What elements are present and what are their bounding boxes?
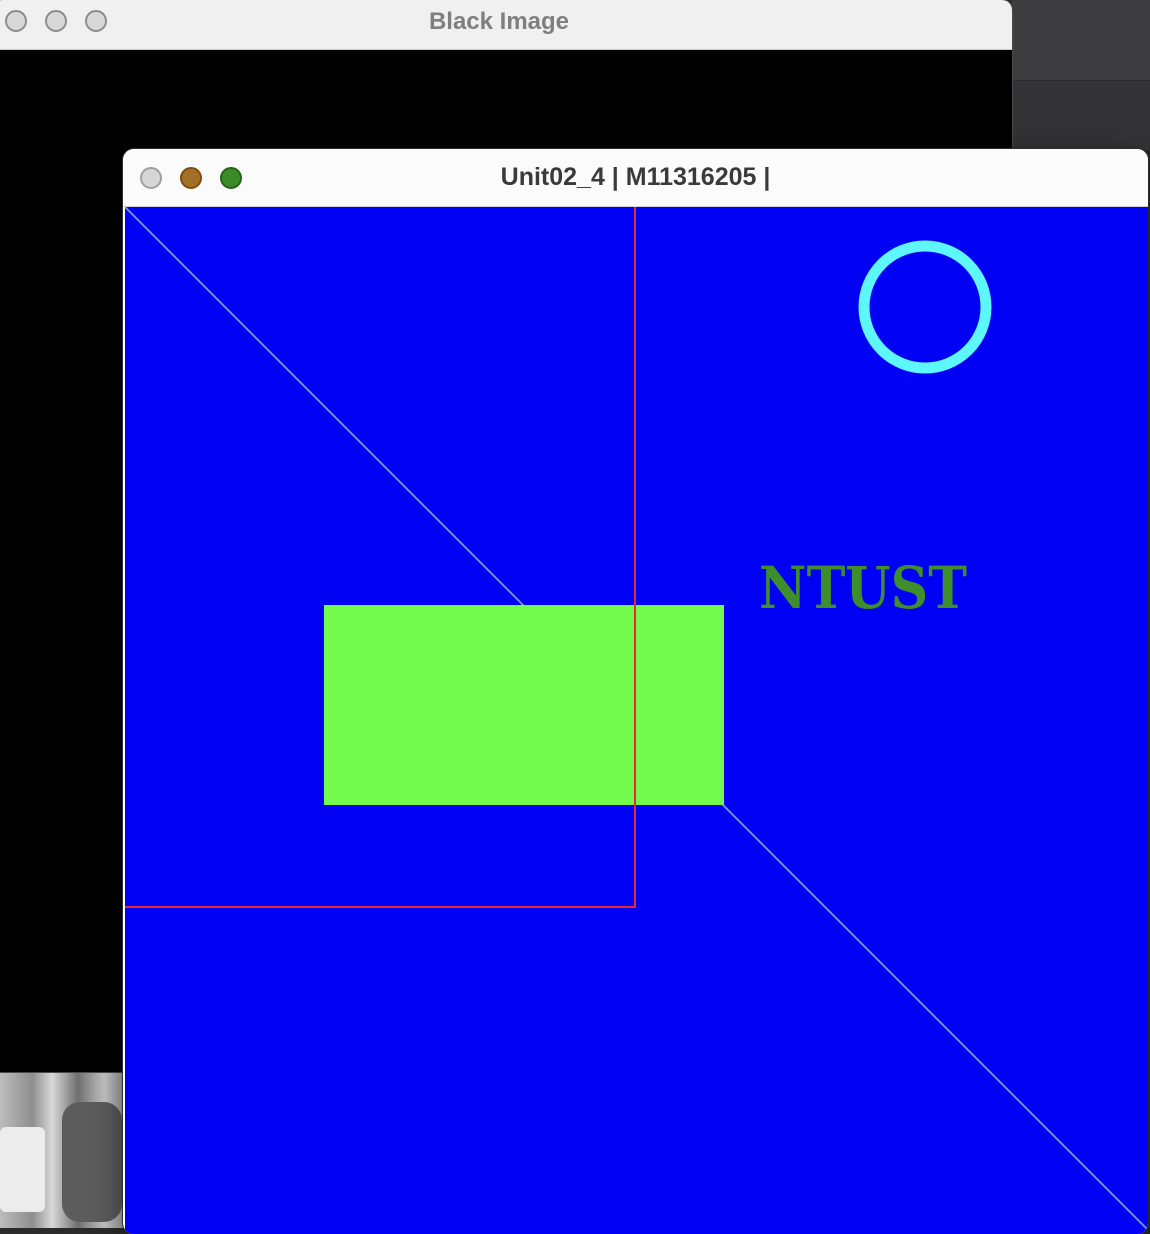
drawing-canvas: NTUST: [125, 207, 1148, 1234]
background-app-panel: [1012, 0, 1150, 81]
background-app-panel: [1012, 81, 1150, 150]
unit02-window[interactable]: Unit02_4 | M11316205 | NTUST: [123, 149, 1148, 1234]
background-app-area: [1012, 0, 1150, 150]
black-image-titlebar[interactable]: Black Image: [0, 0, 1012, 50]
background-photo-detail: [0, 1127, 45, 1212]
background-photo: [0, 1072, 130, 1228]
window-title: Black Image: [428, 8, 570, 35]
ntust-label: NTUST: [759, 554, 967, 622]
unit02-titlebar[interactable]: Unit02_4 | M11316205 |: [123, 149, 1148, 207]
window-title: Unit02_4 | M11316205 |: [500, 163, 771, 191]
filled-rectangle: [324, 605, 724, 805]
background-photo-detail: [62, 1102, 122, 1222]
